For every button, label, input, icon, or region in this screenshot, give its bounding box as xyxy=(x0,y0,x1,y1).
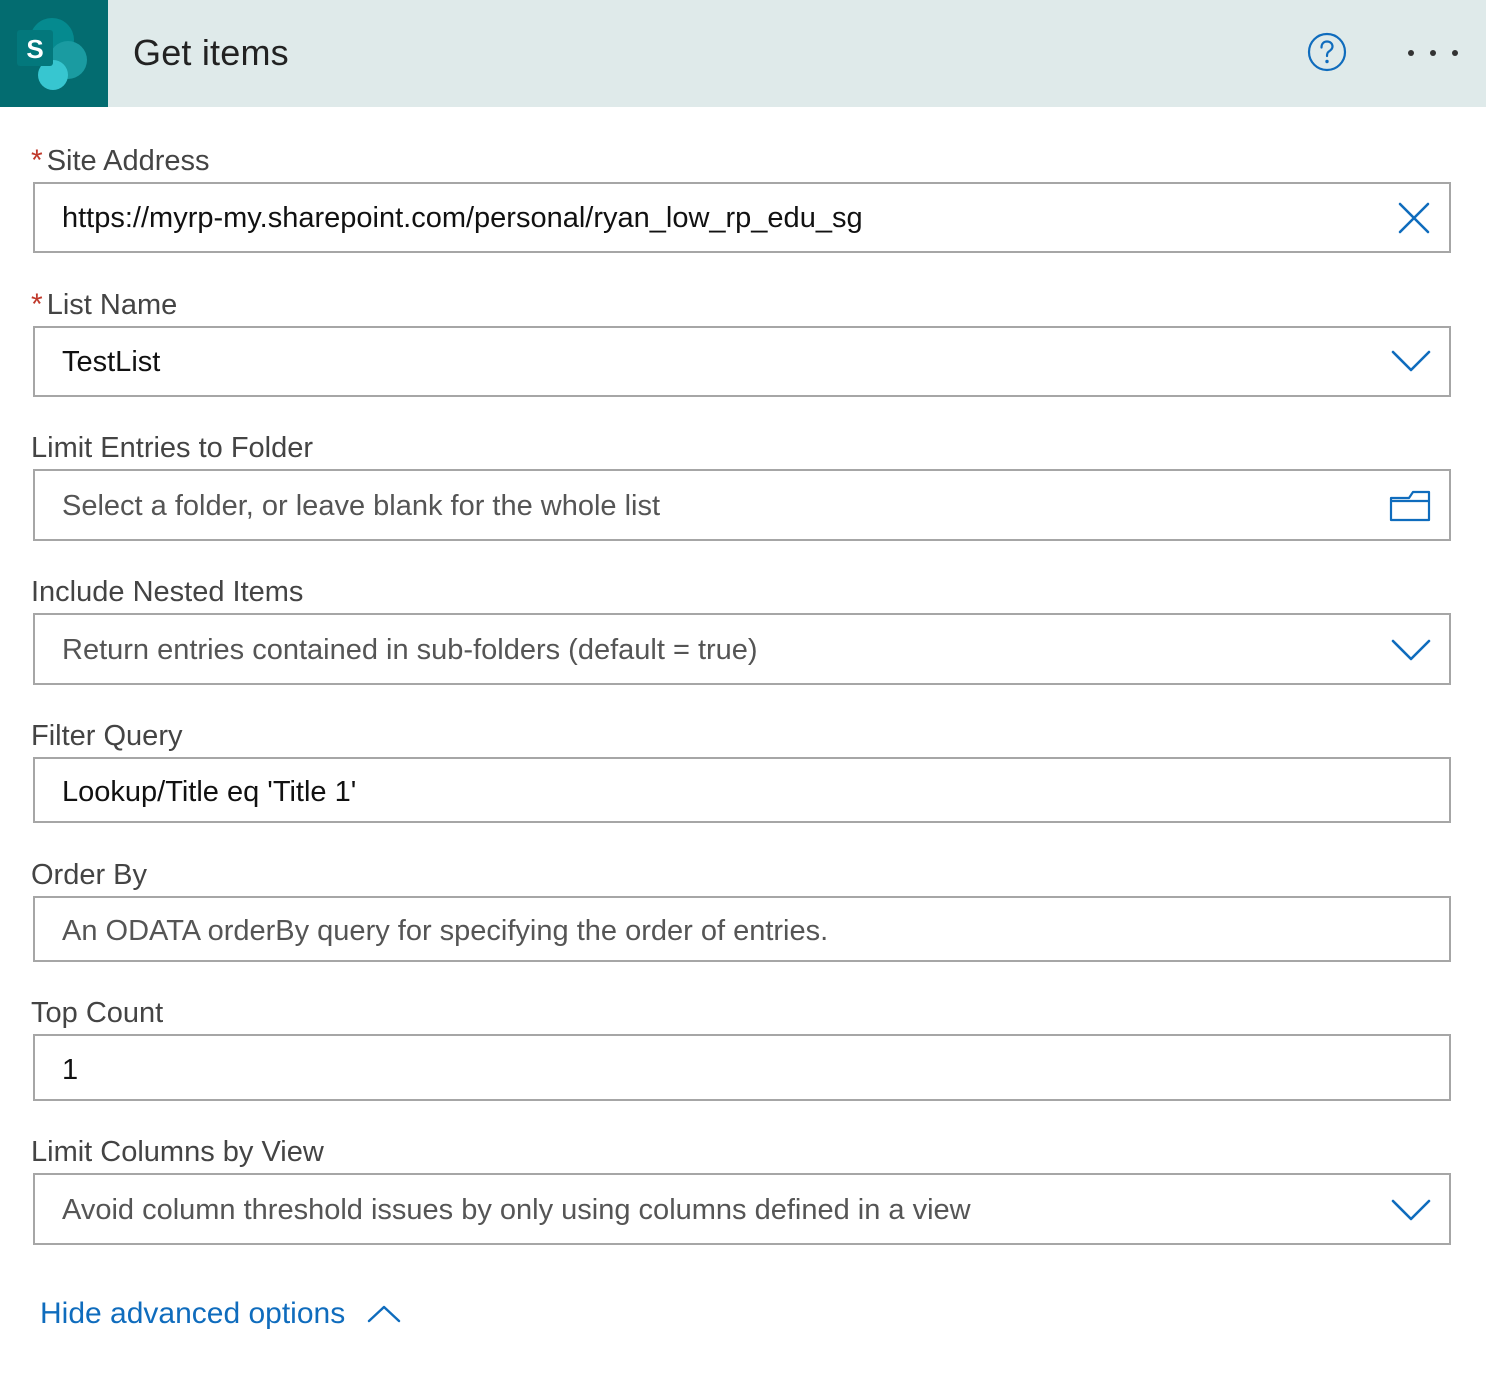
clear-icon xyxy=(1398,202,1430,234)
required-mark: * xyxy=(31,144,43,177)
nested-items-dropdown[interactable]: Return entries contained in sub-folders … xyxy=(33,613,1451,685)
filter-query-value[interactable]: Lookup/Title eq 'Title 1' xyxy=(62,774,356,810)
chevron-down-icon xyxy=(1391,639,1431,661)
site-address-label: * Site Address xyxy=(31,143,210,179)
sharepoint-icon: S xyxy=(17,18,87,90)
more-horizontal-icon xyxy=(1408,50,1458,56)
browse-folder-button[interactable] xyxy=(1389,490,1431,527)
top-count-label: Top Count xyxy=(31,997,164,1029)
list-name-label-text: List Name xyxy=(46,289,178,321)
site-address-field[interactable]: https://myrp-my.sharepoint.com/personal/… xyxy=(33,182,1451,253)
action-title: Get items xyxy=(133,32,289,73)
top-count-value[interactable]: 1 xyxy=(62,1052,78,1088)
list-name-expand-button[interactable] xyxy=(1391,348,1431,379)
action-header[interactable]: S Get items xyxy=(0,0,1486,107)
limit-columns-expand-button[interactable] xyxy=(1391,1197,1431,1228)
nested-items-expand-button[interactable] xyxy=(1391,637,1431,668)
nested-items-label: Include Nested Items xyxy=(31,576,304,608)
order-by-field[interactable]: An ODATA orderBy query for specifying th… xyxy=(33,896,1451,962)
limit-folder-label: Limit Entries to Folder xyxy=(31,432,314,464)
limit-columns-label: Limit Columns by View xyxy=(31,1136,324,1168)
folder-icon xyxy=(1389,490,1431,522)
filter-query-field[interactable]: Lookup/Title eq 'Title 1' xyxy=(33,757,1451,823)
limit-folder-placeholder[interactable]: Select a folder, or leave blank for the … xyxy=(62,488,660,524)
help-button[interactable] xyxy=(1306,31,1348,73)
get-items-action-card: S Get items * Site Address https://myrp-m… xyxy=(0,0,1486,1386)
limit-folder-field[interactable]: Select a folder, or leave blank for the … xyxy=(33,469,1451,541)
nested-items-placeholder[interactable]: Return entries contained in sub-folders … xyxy=(62,632,758,668)
help-circle-icon xyxy=(1307,32,1347,72)
site-address-value[interactable]: https://myrp-my.sharepoint.com/personal/… xyxy=(62,200,863,236)
top-count-field[interactable]: 1 xyxy=(33,1034,1451,1101)
more-options-button[interactable] xyxy=(1398,38,1466,68)
required-mark: * xyxy=(31,288,43,321)
list-name-value[interactable]: TestList xyxy=(62,344,160,380)
filter-query-label: Filter Query xyxy=(31,720,183,752)
site-address-label-text: Site Address xyxy=(46,145,210,177)
chevron-down-icon xyxy=(1391,350,1431,372)
hide-advanced-options-link[interactable]: Hide advanced options xyxy=(40,1294,401,1334)
order-by-label: Order By xyxy=(31,859,148,891)
hide-advanced-options-label[interactable]: Hide advanced options xyxy=(40,1297,345,1331)
list-name-dropdown[interactable]: TestList xyxy=(33,326,1451,397)
list-name-label: * List Name xyxy=(31,287,177,323)
order-by-placeholder[interactable]: An ODATA orderBy query for specifying th… xyxy=(62,913,828,949)
chevron-up-icon xyxy=(368,1305,401,1323)
sharepoint-logo: S xyxy=(0,0,108,107)
limit-columns-dropdown[interactable]: Avoid column threshold issues by only us… xyxy=(33,1173,1451,1245)
logo-letter: S xyxy=(26,34,43,64)
clear-site-address-button[interactable] xyxy=(1397,201,1431,240)
chevron-down-icon xyxy=(1391,1199,1431,1221)
limit-columns-placeholder[interactable]: Avoid column threshold issues by only us… xyxy=(62,1192,971,1228)
